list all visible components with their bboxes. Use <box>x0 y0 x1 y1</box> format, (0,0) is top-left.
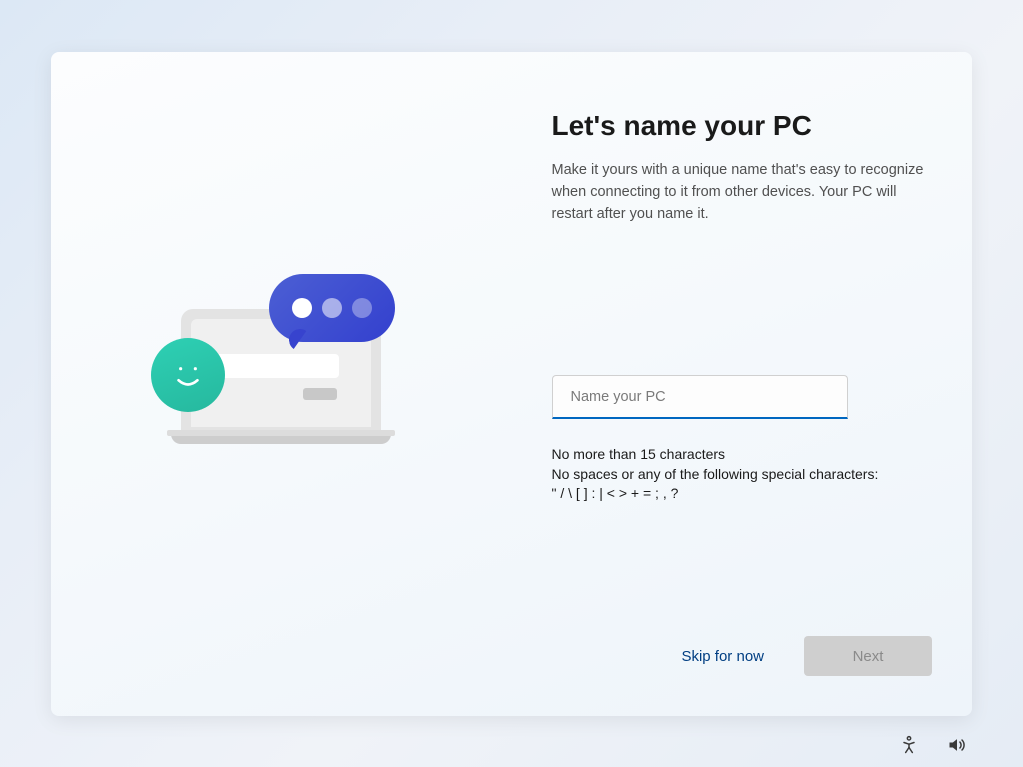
hint-chars-list: " / \ [ ] : | < > + = ; , ? <box>552 484 933 504</box>
typing-dot <box>322 298 342 318</box>
page-description: Make it yours with a unique name that's … <box>552 160 932 225</box>
screen-small-bar <box>303 388 337 400</box>
illustration-panel <box>51 52 512 716</box>
smiley-face-icon <box>151 338 225 412</box>
button-row: Skip for now Next <box>669 636 932 676</box>
laptop-base <box>171 434 391 444</box>
hint-max-chars: No more than 15 characters <box>552 445 933 465</box>
screen-bar <box>209 354 339 378</box>
laptop-illustration <box>151 274 411 454</box>
hint-no-special: No spaces or any of the following specia… <box>552 465 933 485</box>
input-hints: No more than 15 characters No spaces or … <box>552 445 933 504</box>
next-button[interactable]: Next <box>804 636 932 676</box>
chat-bubble-icon <box>269 274 395 342</box>
corner-icons <box>899 735 967 755</box>
typing-dot <box>352 298 372 318</box>
skip-button[interactable]: Skip for now <box>669 638 776 675</box>
typing-dot <box>292 298 312 318</box>
setup-card: Let's name your PC Make it yours with a … <box>51 52 972 716</box>
volume-icon[interactable] <box>947 735 967 755</box>
page-title: Let's name your PC <box>552 110 933 142</box>
accessibility-icon[interactable] <box>899 735 919 755</box>
content-panel: Let's name your PC Make it yours with a … <box>512 52 973 716</box>
input-container <box>552 375 933 419</box>
pc-name-input[interactable] <box>552 375 848 419</box>
